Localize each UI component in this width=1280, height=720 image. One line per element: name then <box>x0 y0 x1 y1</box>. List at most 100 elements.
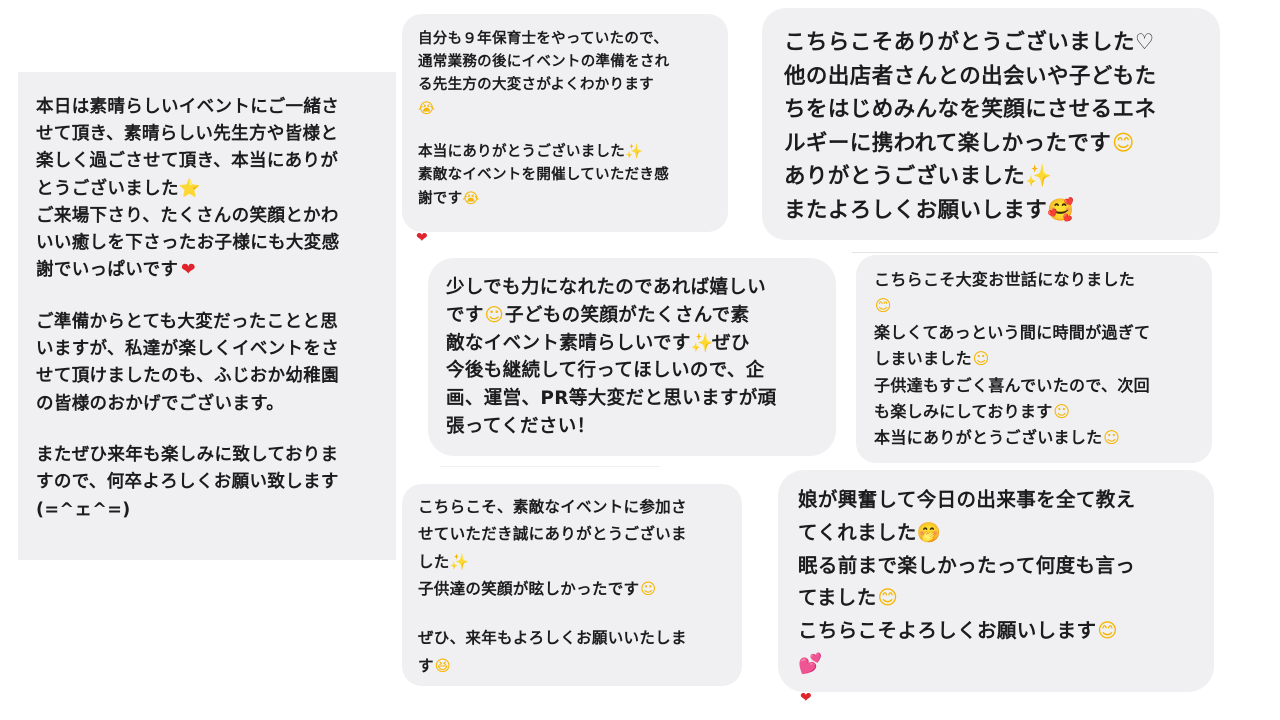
message-line: ルギーに携われて楽しかったです😊 <box>784 127 1204 161</box>
message-line: ご準備からとても大変だったことと思 <box>36 311 339 332</box>
message-text: 子どもの笑顔がたくさんで素 <box>505 304 750 326</box>
message-line: こちらこそありがとうございました♡ <box>784 30 1155 55</box>
line-gap <box>418 604 730 626</box>
message-line: 張ってください！ <box>446 415 596 437</box>
smiling-face-icon: 😊 <box>877 586 899 610</box>
message-line: す😆 <box>418 653 730 680</box>
message-line: またぜひ来年も楽しみに致しておりま <box>36 445 339 466</box>
message-line: 画、運営、PR等大変だと思いますが頑 <box>446 388 777 410</box>
message-bubble-participation: こちらこそ、素敵なイベントに参加さ せていただき誠にありがとうございま した✨ … <box>402 484 742 686</box>
smiling-face-icon: ☺ <box>484 304 505 326</box>
message-line: 楽しくてあっという間に時間が過ぎて <box>874 322 1151 342</box>
message-line: 😊 <box>874 293 1200 319</box>
heart-reaction-icon[interactable]: ❤ <box>416 230 428 246</box>
message-line: ちをはじめみんなを笑顔にさせるエネ <box>784 97 1157 123</box>
smiling-face-icon: ☺ <box>640 580 657 599</box>
message-line: せていただき誠にありがとうございま <box>418 525 687 544</box>
message-line: も楽しみにしております☺ <box>874 399 1200 425</box>
smiling-face-with-hearts-icon: 🥰 <box>1047 197 1075 223</box>
message-text: しまいました <box>874 349 972 369</box>
message-line: 😭 <box>418 98 714 121</box>
message-line: した✨ <box>418 549 730 576</box>
message-line: 本当にありがとうございました✨ <box>418 141 714 164</box>
heart-icon: ❤ <box>180 260 196 281</box>
message-collage: 本日は素晴らしいイベントにご一緒さ せて頂き、素晴らしい先生方や皆様と 楽しく過… <box>0 0 1280 720</box>
message-text: です <box>446 304 484 326</box>
message-bubble-vendor-thanks: こちらこそありがとうございました♡ 他の出店者さんとの出会いや子どもた ちをはじ… <box>762 8 1220 240</box>
line-gap <box>418 121 714 141</box>
divider <box>852 252 1218 253</box>
message-line: いますが、私達が楽しくイベントをさ <box>36 339 340 360</box>
message-line: ぜひ、来年もよろしくお願いいたしま <box>418 629 687 648</box>
crying-face-icon: 😭 <box>418 100 436 117</box>
message-text: 子供達の笑顔が眩しかったです <box>418 580 640 599</box>
two-hearts-icon: 💕 <box>798 651 823 675</box>
message-line: 通常業務の後にイベントの準備をされ <box>418 54 670 71</box>
smiling-face-icon: 😊 <box>874 296 892 316</box>
sparkles-icon: ✨ <box>690 332 715 354</box>
message-line: しまいました☺ <box>874 346 1200 372</box>
message-text: 敵なイベント素晴らしいです <box>446 332 691 354</box>
message-line: る先生方の大変さがよくわかります <box>418 77 654 94</box>
message-text: も楽しみにしております <box>874 402 1053 422</box>
message-line: こちらこそよろしくお願いします😊 <box>798 615 1202 648</box>
message-line: すので、何卒よろしくお願い致します <box>36 472 339 493</box>
message-line: 自分も９年保育士をやっていたので、 <box>418 31 669 47</box>
message-line: 本当にありがとうございました☺ <box>874 425 1200 451</box>
message-line: 素敵なイベントを開催していただき感 <box>418 167 669 184</box>
message-bubble-encouragement: 少しでも力になれたのであれば嬉しい です☺子どもの笑顔がたくさんで素 敵なイベン… <box>428 258 836 456</box>
message-line: 楽しく過ごさせて頂き、本当にありが <box>36 151 339 172</box>
message-bubble-former-teacher: 自分も９年保育士をやっていたので、 通常業務の後にイベントの準備をされ る先生方… <box>402 14 728 232</box>
message-line: 💕 <box>798 648 1202 681</box>
sparkles-icon: ✨ <box>625 144 644 161</box>
message-text: ルギーに携われて楽しかったです <box>784 130 1112 156</box>
line-gap <box>36 284 380 309</box>
message-line: (=^ェ^=) <box>36 499 131 520</box>
crying-face-icon: 😭 <box>462 190 480 207</box>
message-line: てくれました🤭 <box>798 517 1202 550</box>
message-line: の皆様のおかげでございます。 <box>36 393 285 414</box>
message-line: いい癒しを下さったお子様にも大変感 <box>36 233 340 254</box>
message-text: 謝です <box>418 190 463 207</box>
message-line: 謝でいっぱいです ❤ <box>36 257 380 284</box>
message-line: 眠る前まで楽しかったって何度も言っ <box>798 553 1136 577</box>
message-line: 謝です😭 <box>418 188 714 211</box>
message-text: てくれました <box>798 520 917 544</box>
message-bubble-daughter-excited: 娘が興奮して今日の出来事を全て教え てくれました🤭 眠る前まで楽しかったって何度… <box>778 470 1214 692</box>
message-line: 今後も継続して行ってほしいので、企 <box>446 360 765 382</box>
message-line: ありがとうございました✨ <box>784 160 1204 194</box>
sparkles-icon: ✨ <box>449 552 470 571</box>
message-text: こちらこそよろしくお願いします <box>798 619 1097 643</box>
message-text: 本当にありがとうございました <box>874 428 1103 448</box>
message-line: てました😊 <box>798 582 1202 615</box>
message-text: す <box>418 656 434 675</box>
message-line: こちらこそ、素敵なイベントに参加さ <box>418 498 687 516</box>
grinning-squinting-face-icon: 😆 <box>434 656 451 675</box>
message-line: 敵なイベント素晴らしいです✨ぜひ <box>446 330 822 358</box>
message-line: 子供達の笑顔が眩しかったです☺ <box>418 576 730 603</box>
message-line: 子供達もすごく喜んでいたので、次回 <box>874 375 1151 395</box>
smiling-face-icon: ☺ <box>972 349 990 369</box>
divider <box>440 466 660 467</box>
message-line: です☺子どもの笑顔がたくさんで素 <box>446 302 822 330</box>
message-line: とうございました⭐ <box>36 176 380 203</box>
message-text: 本当にありがとうございました <box>418 144 626 161</box>
message-line: せて頂けましたのも、ふじおか幼稚園 <box>36 366 339 387</box>
line-gap <box>36 418 380 443</box>
message-line: 少しでも力になれたのであれば嬉しい <box>446 277 767 298</box>
message-text: ぜひ <box>712 332 750 354</box>
message-text: てました <box>798 586 877 610</box>
star-icon: ⭐ <box>178 178 201 199</box>
message-text: ありがとうございました <box>784 164 1026 190</box>
message-text: とうございました <box>36 178 179 199</box>
message-line: こちらこそ大変お世話になりました <box>874 270 1136 289</box>
message-line: せて頂き、素晴らしい先生方や皆様と <box>36 124 339 145</box>
smiling-face-icon: ☺ <box>1053 402 1071 422</box>
hand-over-mouth-face-icon: 🤭 <box>916 520 942 544</box>
smiling-face-icon: 😊 <box>1097 619 1118 643</box>
message-line: 本日は素晴らしいイベントにご一緒さ <box>36 97 340 117</box>
smiling-face-icon: 😊 <box>1112 130 1136 156</box>
sparkles-icon: ✨ <box>1025 164 1053 190</box>
heart-reaction-icon[interactable]: ❤ <box>800 690 812 706</box>
message-text: した <box>418 552 450 571</box>
